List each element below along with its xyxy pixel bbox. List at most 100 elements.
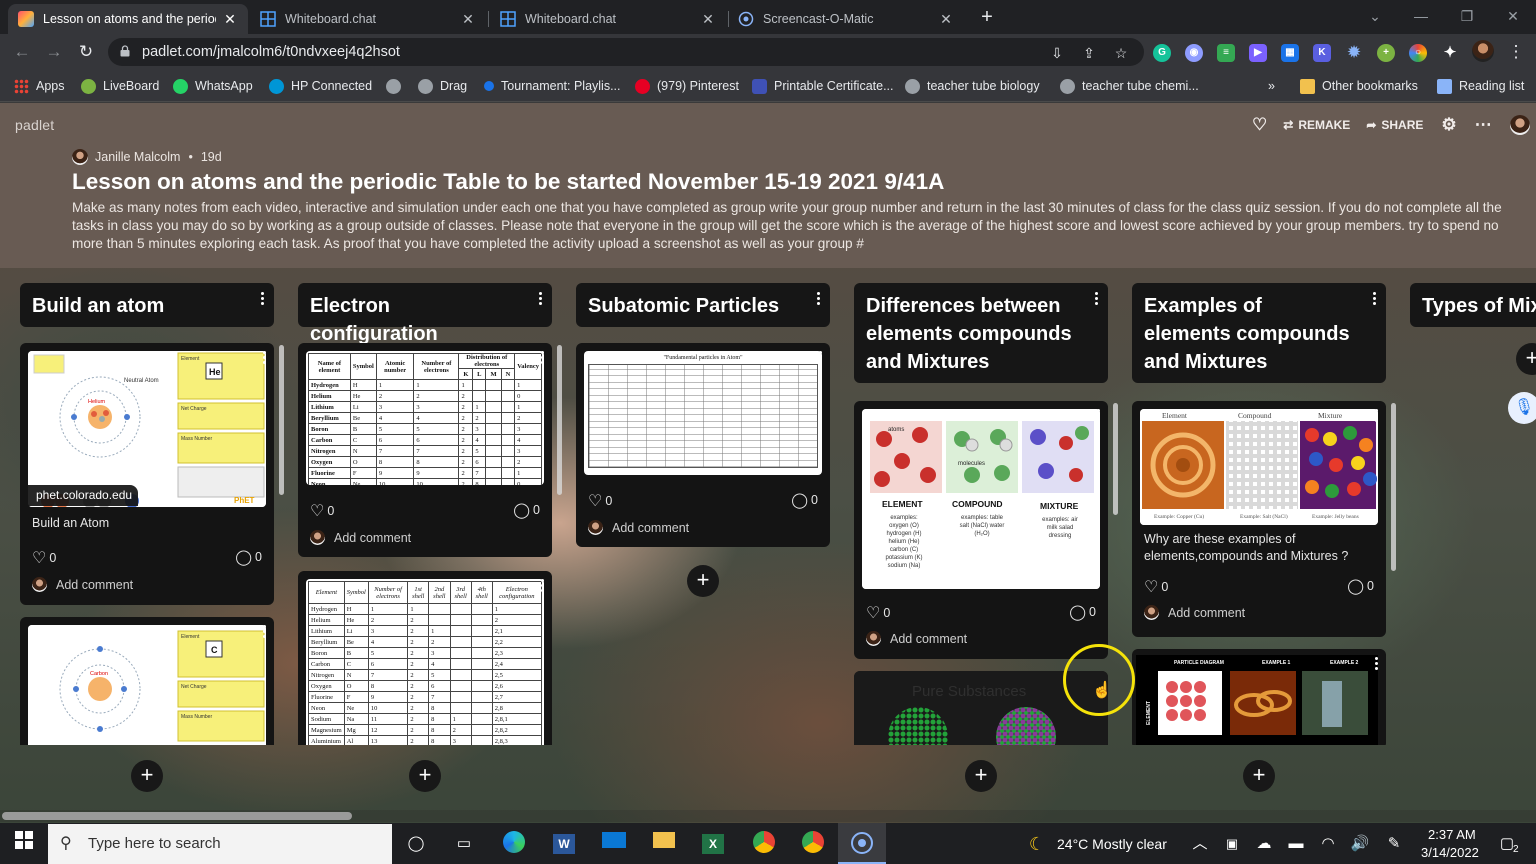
more-options-icon[interactable]: ⋯ — [1475, 115, 1492, 135]
add-comment-row[interactable]: Add comment — [588, 520, 689, 535]
settings-gear-icon[interactable]: ⚙ — [1441, 115, 1456, 135]
bookmark-teacher-tube-chemistry[interactable]: teacher tube chemi... — [1060, 77, 1199, 95]
column-menu-icon[interactable] — [260, 292, 264, 306]
post-menu-icon[interactable] — [540, 579, 544, 593]
add-post-button[interactable]: + — [1243, 760, 1275, 792]
column-menu-icon[interactable] — [1094, 292, 1098, 306]
microphone-icon[interactable]: 🎙 — [1508, 392, 1536, 424]
padlet-logo[interactable]: padlet — [15, 117, 54, 133]
column-scrollbar[interactable] — [1113, 403, 1118, 515]
post-card[interactable]: Element Compound Mixture Example: Copper… — [1132, 401, 1386, 637]
comment-count-button[interactable]: ◯ 0 — [1069, 603, 1096, 621]
extension-icon[interactable]: ▦ — [1281, 44, 1299, 62]
bookmarks-overflow-button[interactable]: » — [1268, 77, 1275, 95]
close-icon[interactable]: ✕ — [700, 11, 716, 28]
like-button[interactable]: ♡ 0 — [866, 603, 890, 623]
tray-chevron-icon[interactable]: ︿ — [1187, 831, 1213, 857]
wifi-icon[interactable]: ◠ — [1315, 831, 1341, 857]
add-comment-row[interactable]: Add comment — [1144, 605, 1245, 620]
reading-list[interactable]: Reading list — [1437, 77, 1524, 95]
volume-icon[interactable]: 🔊 — [1347, 831, 1373, 857]
bookmark-star-icon[interactable]: ☆ — [1112, 44, 1130, 62]
minimize-icon[interactable]: — — [1398, 4, 1444, 28]
add-comment-row[interactable]: Add comment — [866, 631, 967, 646]
post-card[interactable]: "Fundamental particles in Atom" ♡ 0 ◯ 0 Ad… — [576, 343, 830, 547]
windows-start-icon[interactable] — [11, 831, 37, 857]
restore-icon[interactable]: ❐ — [1444, 4, 1490, 28]
like-button[interactable]: ♡ 0 — [310, 501, 334, 521]
column-menu-icon[interactable] — [816, 292, 820, 306]
back-icon[interactable]: ← — [10, 40, 34, 64]
fundamental-particles-thumbnail[interactable]: "Fundamental particles in Atom" — [584, 351, 822, 475]
post-card[interactable]: Neutral Atom Helium Element He Net Charg… — [20, 343, 274, 605]
bookmark-drag[interactable]: Drag — [418, 77, 467, 95]
post-menu-icon[interactable] — [262, 351, 266, 365]
task-view-icon[interactable]: ▭ — [451, 831, 477, 857]
extension-icon[interactable]: ✹ — [1345, 44, 1363, 62]
chrome-menu-icon[interactable]: ⋮ — [1504, 40, 1528, 64]
bookmark-tournament[interactable]: Tournament: Playlis... — [484, 77, 621, 95]
comment-count-button[interactable]: ◯ 0 — [1347, 577, 1374, 595]
board-horizontal-scrollbar[interactable] — [0, 810, 1536, 822]
file-explorer-icon[interactable] — [651, 831, 677, 857]
column-menu-icon[interactable] — [1372, 292, 1376, 306]
battery-icon[interactable]: ▬ — [1283, 831, 1309, 857]
bookmark-whatsapp[interactable]: WhatsApp — [173, 77, 253, 95]
extension-icon[interactable]: ◉ — [1185, 44, 1203, 62]
reload-icon[interactable]: ↻ — [74, 40, 98, 64]
share-button[interactable]: SHARE — [1381, 118, 1423, 132]
electron-table-thumbnail[interactable]: Name of element Symbol Atomic number Number… — [306, 351, 544, 485]
tab-search-icon[interactable]: ⌄ — [1352, 4, 1398, 28]
bookmark-teacher-tube-biology[interactable]: teacher tube biology — [905, 77, 1040, 95]
window-close-icon[interactable]: ✕ — [1490, 4, 1536, 28]
element-compound-mixture-thumbnail[interactable]: atoms molecules ELEMENT COMPOUND MIXTURE… — [862, 409, 1100, 589]
remake-button[interactable]: REMAKE — [1298, 118, 1350, 132]
post-menu-icon[interactable] — [818, 351, 822, 365]
comment-count-button[interactable]: ◯ 0 — [791, 491, 818, 509]
add-comment-row[interactable]: Add comment — [310, 530, 411, 545]
post-menu-icon[interactable] — [1096, 409, 1100, 423]
meet-now-icon[interactable]: ▣ — [1219, 831, 1245, 857]
particle-diagram-thumbnail[interactable]: PARTICLE DIAGRAM EXAMPLE 1 EXAMPLE 2 ELE… — [1136, 655, 1378, 745]
user-avatar[interactable] — [1509, 115, 1530, 135]
bookmark-hp-connected[interactable]: HP Connected — [269, 77, 372, 95]
column-scrollbar[interactable] — [1391, 403, 1396, 571]
extension-icon[interactable]: ○ — [1409, 44, 1427, 62]
pen-icon[interactable]: ✎ — [1381, 831, 1407, 857]
post-card[interactable]: atoms molecules ELEMENT COMPOUND MIXTURE… — [854, 401, 1108, 659]
extensions-puzzle-icon[interactable]: ✦ — [1441, 44, 1459, 62]
like-button[interactable]: ♡ 0 — [32, 548, 56, 568]
share-icon[interactable]: ⇪ — [1080, 44, 1098, 62]
heart-icon[interactable]: ♡ — [1252, 115, 1267, 135]
column-menu-icon[interactable] — [538, 292, 542, 306]
comment-count-button[interactable]: ◯ 0 — [235, 548, 262, 566]
bookmark-printable-certificate[interactable]: Printable Certificate... — [752, 77, 894, 95]
extension-icon[interactable]: ≡ — [1217, 44, 1235, 62]
column-scrollbar[interactable] — [279, 345, 284, 495]
clock-time[interactable]: 2:37 AM — [1428, 827, 1476, 842]
screencast-taskbar-icon[interactable] — [838, 823, 886, 864]
profile-avatar[interactable] — [1472, 40, 1494, 62]
tab-whiteboard-1[interactable]: Whiteboard.chat ✕ — [250, 4, 486, 34]
taskbar-search-box[interactable]: ⚲ Type here to search — [48, 824, 392, 864]
address-bar[interactable]: padlet.com/jmalcolm6/t0ndvxeej4q2hsot ⇩ … — [108, 38, 1144, 66]
post-menu-icon[interactable] — [262, 625, 266, 639]
post-menu-icon[interactable] — [1374, 409, 1378, 423]
post-card[interactable]: PARTICLE DIAGRAM EXAMPLE 1 EXAMPLE 2 ELE… — [1132, 649, 1386, 745]
add-post-button[interactable]: + — [131, 760, 163, 792]
chrome-icon[interactable] — [800, 831, 826, 857]
close-icon[interactable]: ✕ — [938, 11, 954, 28]
bookmark-apps[interactable]: Apps — [14, 77, 65, 95]
add-post-button[interactable]: + — [965, 760, 997, 792]
weather-moon-icon[interactable]: ☾ — [1024, 831, 1050, 857]
install-icon[interactable]: ⇩ — [1048, 44, 1066, 62]
cortana-icon[interactable]: ◯ — [403, 831, 429, 857]
phet-build-atom-thumbnail[interactable]: Neutral Atom Helium Element He Net Charg… — [28, 351, 266, 507]
bookmark-globe[interactable] — [386, 77, 408, 95]
other-bookmarks[interactable]: Other bookmarks — [1300, 77, 1418, 95]
post-card[interactable]: Carbon Element C Net Charge Mass Number — [20, 617, 274, 745]
post-menu-icon[interactable] — [540, 351, 544, 365]
close-icon[interactable]: ✕ — [460, 11, 476, 28]
column-scrollbar[interactable] — [557, 345, 562, 495]
weather-text[interactable]: 24°C Mostly clear — [1057, 836, 1167, 852]
